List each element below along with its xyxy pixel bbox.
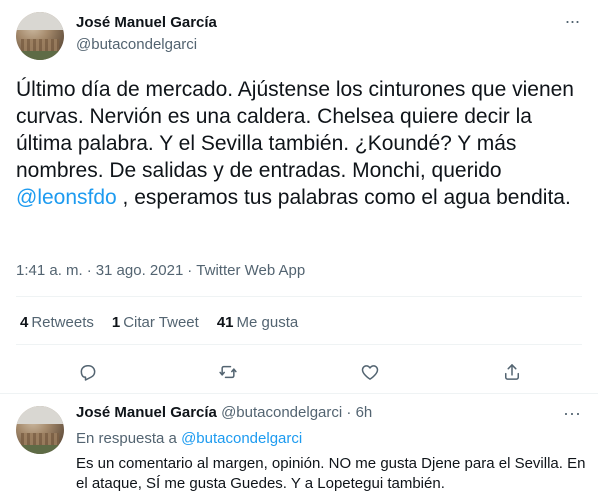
likes-stat[interactable]: 41 Me gusta — [217, 314, 298, 331]
tweet-text: Último día de mercado. Ajústense los cin… — [16, 76, 586, 211]
more-options-icon[interactable]: ··· — [562, 12, 582, 34]
tweet-text-part1: Último día de mercado. Ajústense los cin… — [16, 78, 574, 182]
main-tweet: José Manuel García @butacondelgarci ··· … — [0, 0, 598, 392]
reply-author-name[interactable]: José Manuel García — [76, 404, 217, 421]
meta-separator: · — [187, 262, 193, 279]
mention-link[interactable]: @butacondelgarci — [181, 430, 302, 447]
tweet-date[interactable]: 31 ago. 2021 — [96, 262, 184, 279]
reply-header: José Manuel García @butacondelgarci · 6h — [76, 404, 372, 421]
mention-link[interactable]: @leonsfdo — [16, 186, 117, 209]
reply-author-handle[interactable]: @butacondelgarci — [221, 404, 342, 421]
reply-text: Es un comentario al margen, opinión. NO … — [76, 455, 586, 492]
more-options-icon[interactable]: ··· — [562, 404, 582, 422]
tweet-source[interactable]: Twitter Web App — [196, 262, 305, 279]
divider — [16, 296, 582, 297]
replying-prefix: En respuesta a — [76, 430, 177, 447]
meta-separator: · — [346, 404, 352, 421]
action-bar — [16, 350, 582, 394]
retweets-stat[interactable]: 4 Retweets — [20, 314, 94, 331]
reply-icon[interactable] — [76, 360, 100, 384]
avatar[interactable] — [16, 406, 64, 454]
tweet-meta: 1:41 a. m. · 31 ago. 2021 · Twitter Web App — [16, 262, 305, 279]
reply-time[interactable]: 6h — [356, 404, 373, 421]
tweet-text-part2: , esperamos tus palabras como el agua be… — [116, 186, 571, 209]
meta-separator: · — [86, 262, 92, 279]
replying-to: En respuesta a @butacondelgarci — [76, 430, 302, 447]
divider — [16, 344, 582, 345]
tweet-time[interactable]: 1:41 a. m. — [16, 262, 83, 279]
heart-icon[interactable] — [358, 360, 382, 384]
author-name[interactable]: José Manuel García — [76, 14, 217, 31]
avatar[interactable] — [16, 12, 64, 60]
share-icon[interactable] — [500, 360, 524, 384]
reply-tweet[interactable]: José Manuel García @butacondelgarci · 6h… — [0, 394, 598, 500]
tweet-stats: 4 Retweets 1 Citar Tweet 41 Me gusta — [20, 314, 298, 331]
retweet-icon[interactable] — [216, 360, 240, 384]
quotes-stat[interactable]: 1 Citar Tweet — [112, 314, 199, 331]
author-handle[interactable]: @butacondelgarci — [76, 36, 197, 53]
